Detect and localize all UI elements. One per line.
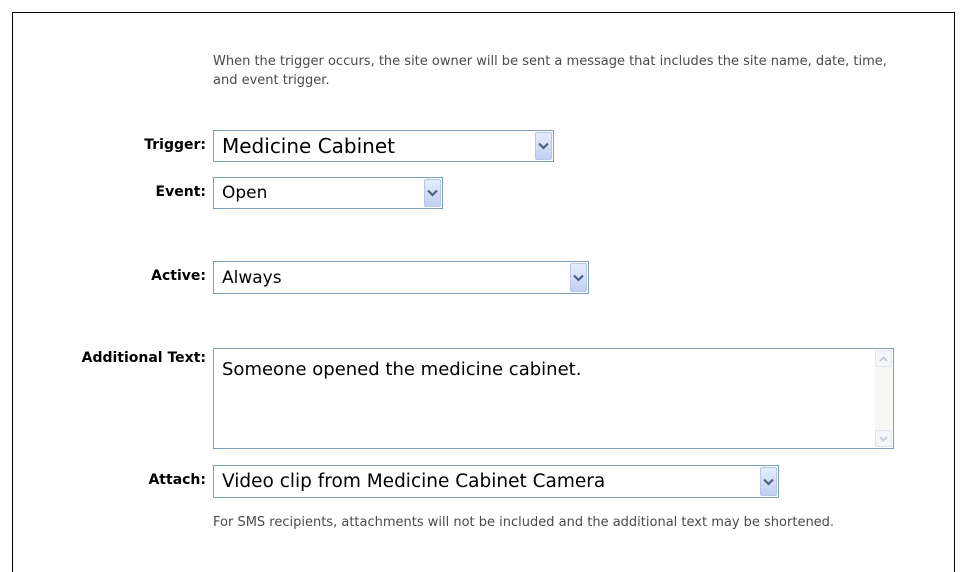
active-select-value: Always bbox=[222, 267, 282, 288]
chevron-down-icon[interactable] bbox=[535, 132, 552, 160]
trigger-select[interactable]: Medicine Cabinet bbox=[213, 130, 554, 162]
trigger-select-value: Medicine Cabinet bbox=[222, 134, 395, 158]
attach-label: Attach: bbox=[148, 472, 206, 488]
active-label: Active: bbox=[151, 268, 206, 284]
attach-select[interactable]: Video clip from Medicine Cabinet Camera bbox=[213, 465, 779, 498]
event-select[interactable]: Open bbox=[213, 177, 443, 209]
sms-note: For SMS recipients, attachments will not… bbox=[213, 515, 835, 530]
active-select[interactable]: Always bbox=[213, 261, 589, 294]
chevron-down-icon[interactable] bbox=[570, 263, 587, 292]
additional-text-value: Someone opened the medicine cabinet. bbox=[222, 359, 582, 380]
trigger-description: When the trigger occurs, the site owner … bbox=[213, 54, 887, 88]
event-select-value: Open bbox=[222, 183, 268, 203]
trigger-label: Trigger: bbox=[144, 137, 206, 153]
event-label: Event: bbox=[155, 184, 206, 200]
scroll-down-icon[interactable] bbox=[875, 430, 892, 447]
scroll-up-icon[interactable] bbox=[875, 350, 892, 367]
chevron-down-icon[interactable] bbox=[760, 467, 777, 496]
additional-text-area[interactable]: Someone opened the medicine cabinet. bbox=[213, 348, 894, 449]
vertical-scrollbar[interactable] bbox=[875, 350, 892, 447]
additional-text-label: Additional Text: bbox=[81, 350, 206, 366]
chevron-down-icon[interactable] bbox=[424, 179, 441, 207]
attach-select-value: Video clip from Medicine Cabinet Camera bbox=[222, 471, 606, 492]
